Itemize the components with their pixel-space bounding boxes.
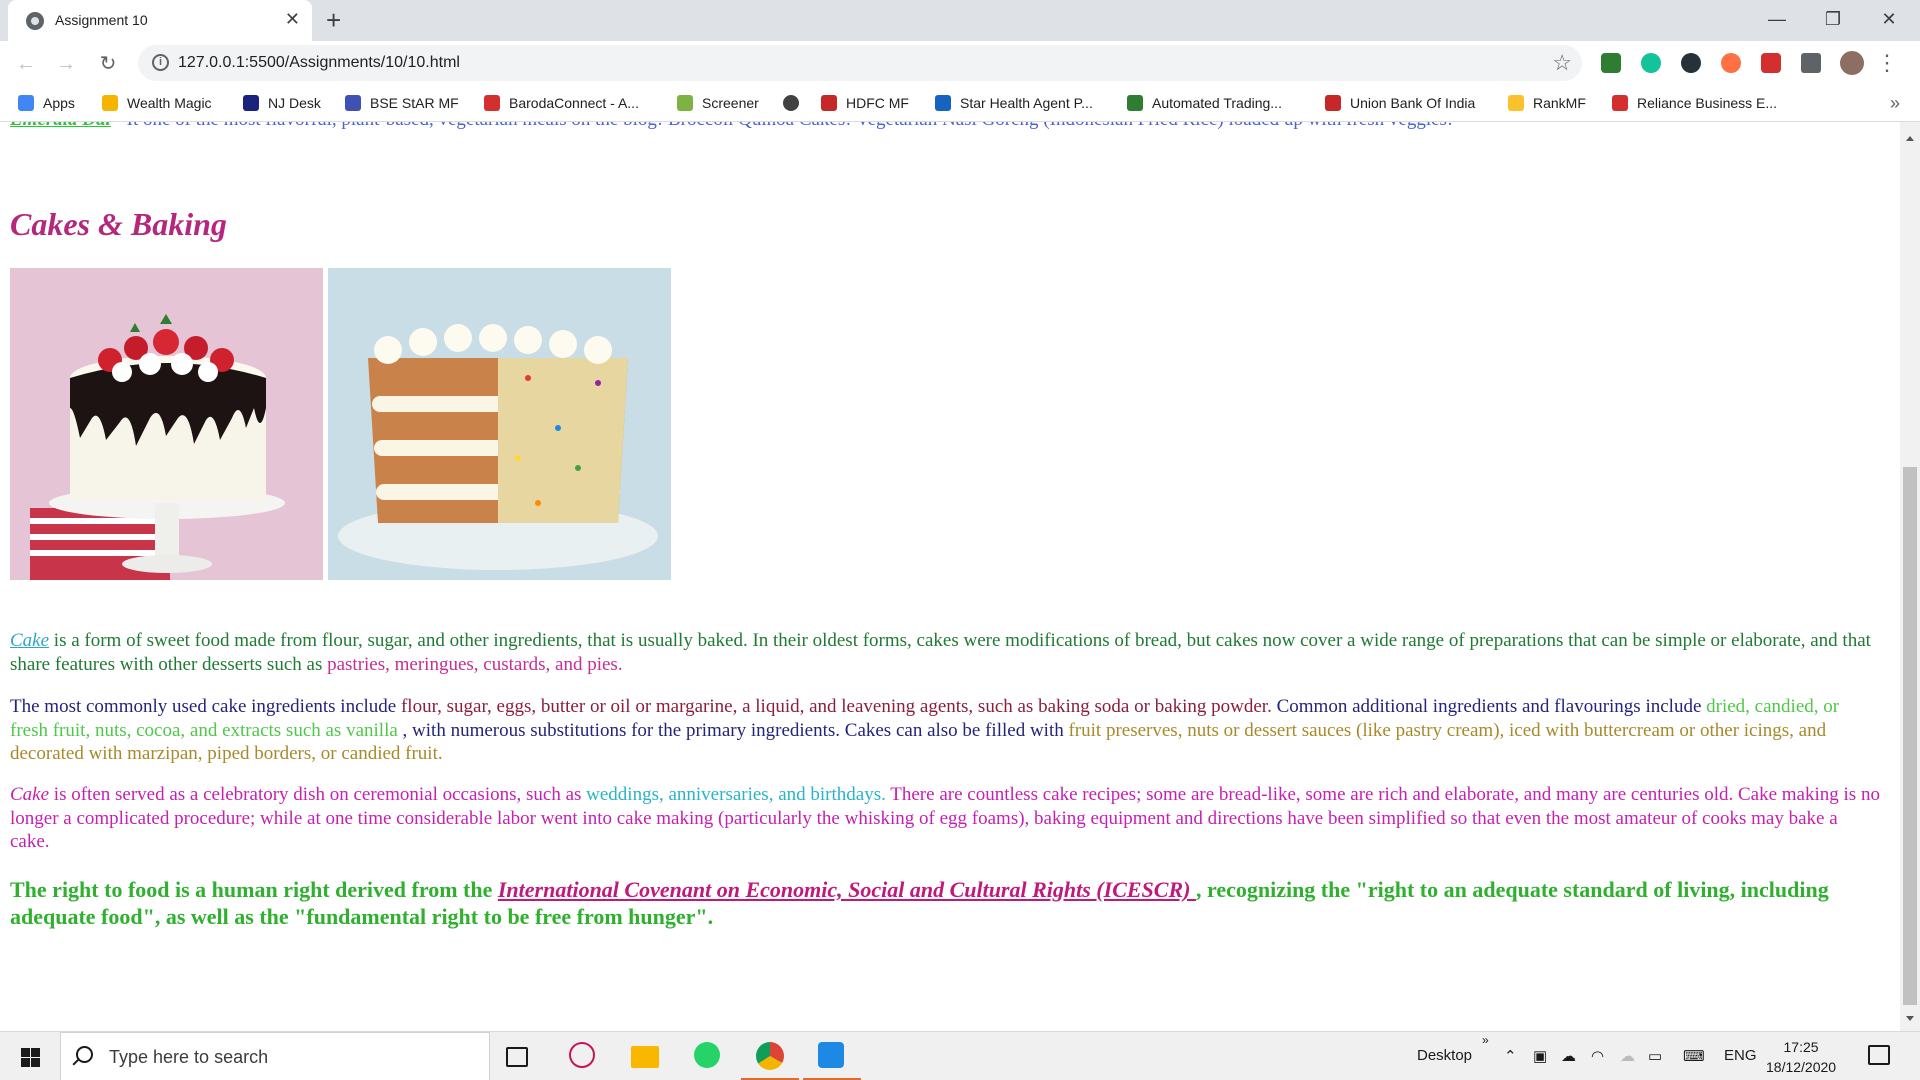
extension-honey-icon[interactable] xyxy=(1721,53,1741,73)
search-icon xyxy=(76,1046,93,1063)
bookmarks-bar: Apps Wealth Magic NJ Desk BSE StAR MF Ba… xyxy=(0,87,1920,122)
apps-grid-icon xyxy=(18,95,34,111)
new-tab-button[interactable]: + xyxy=(326,6,341,34)
right-to-food-paragraph: The right to food is a human right deriv… xyxy=(10,877,1829,929)
cake-link[interactable]: Cake xyxy=(10,630,49,651)
chocolate-drip-cake-image xyxy=(10,268,323,580)
snipping-tool-icon[interactable] xyxy=(569,1042,595,1068)
baroda-icon xyxy=(484,95,500,111)
rankmf-icon xyxy=(1508,95,1524,111)
chrome-icon[interactable] xyxy=(756,1042,784,1070)
restore-button[interactable]: ❐ xyxy=(1810,6,1856,32)
minimize-button[interactable]: — xyxy=(1754,6,1800,32)
meet-now-icon[interactable]: ▣ xyxy=(1533,1047,1547,1065)
reliance-icon xyxy=(1612,95,1628,111)
task-view-icon[interactable] xyxy=(506,1047,528,1067)
hdfc-icon xyxy=(821,95,837,111)
search-placeholder: Type here to search xyxy=(109,1047,269,1067)
bookmark-automated-trading[interactable]: Automated Trading... xyxy=(1127,95,1282,115)
bookmark-union-bank[interactable]: Union Bank Of India xyxy=(1325,95,1475,115)
bookmark-barodaconnect[interactable]: BarodaConnect - A... xyxy=(484,95,639,115)
scroll-up-arrow-icon[interactable] xyxy=(1906,136,1914,141)
battery-icon[interactable]: ▭ xyxy=(1648,1047,1662,1065)
bookmark-hdfc-mf[interactable]: HDFC MF xyxy=(821,95,909,115)
reload-button[interactable]: ↻ xyxy=(94,51,122,77)
browser-toolbar: ← → ↻ i 127.0.0.1:5500/Assignments/10/10… xyxy=(0,41,1920,87)
icescr-link[interactable]: International Covenant on Economic, Soci… xyxy=(498,877,1196,902)
bookmark-screener[interactable]: Screener xyxy=(677,95,759,115)
previous-section-text: Emerald Dal - It one of the most flavorf… xyxy=(10,122,1453,131)
nj-desk-icon xyxy=(243,95,259,111)
bookmark-star-health[interactable]: Star Health Agent P... xyxy=(935,95,1093,115)
browser-tab-active[interactable]: Assignment 10 ✕ xyxy=(8,0,312,41)
system-clock[interactable]: 17:25 18/12/2020 xyxy=(1766,1037,1836,1077)
close-tab-icon[interactable]: ✕ xyxy=(285,9,300,29)
section-heading: Cakes & Baking xyxy=(10,206,227,242)
vscode-icon[interactable] xyxy=(818,1042,844,1068)
bookmarks-overflow-icon[interactable]: » xyxy=(1890,93,1900,114)
extension-red-icon[interactable] xyxy=(1761,53,1781,73)
desktop-toolbar-label[interactable]: Desktop xyxy=(1417,1047,1472,1064)
keyboard-icon[interactable]: ⌨ xyxy=(1683,1047,1705,1065)
address-bar[interactable]: i 127.0.0.1:5500/Assignments/10/10.html … xyxy=(138,45,1582,81)
tab-title: Assignment 10 xyxy=(55,12,148,28)
union-bank-icon xyxy=(1325,95,1341,111)
bookmark-apps[interactable]: Apps xyxy=(18,95,75,115)
star-health-icon xyxy=(935,95,951,111)
page-viewport: Emerald Dal - It one of the most flavorf… xyxy=(0,122,1900,1031)
file-explorer-icon[interactable] xyxy=(631,1046,659,1068)
bookmark-nj-desk[interactable]: NJ Desk xyxy=(243,95,321,115)
extensions-puzzle-icon[interactable] xyxy=(1801,53,1821,73)
back-button[interactable]: ← xyxy=(12,51,40,77)
wealth-magic-icon xyxy=(102,95,118,111)
language-indicator[interactable]: ENG xyxy=(1724,1047,1757,1064)
automated-trading-icon xyxy=(1127,95,1143,111)
notification-center-icon[interactable] xyxy=(1868,1045,1890,1065)
clock-time: 17:25 xyxy=(1783,1039,1819,1055)
onedrive-icon[interactable]: ☁ xyxy=(1561,1047,1576,1065)
cloud-sync-icon[interactable]: ☁ xyxy=(1620,1047,1635,1065)
bookmark-globe[interactable] xyxy=(783,95,808,115)
bse-icon xyxy=(345,95,361,111)
window-close-button[interactable]: ✕ xyxy=(1866,6,1912,32)
show-hidden-icons-icon[interactable]: ⌃ xyxy=(1504,1047,1517,1065)
grammarly-icon[interactable] xyxy=(1641,53,1661,73)
globe-icon xyxy=(783,95,799,111)
cake-definition-paragraph: Cake is a form of sweet food made from f… xyxy=(10,630,1871,675)
kebab-menu-icon[interactable]: ⋮ xyxy=(1876,51,1898,75)
page-scrollbar[interactable] xyxy=(1900,122,1920,1031)
cake-ingredients-paragraph: The most commonly used cake ingredients … xyxy=(10,696,1840,764)
windows-start-icon[interactable] xyxy=(21,1048,40,1067)
profile-avatar[interactable] xyxy=(1840,51,1864,75)
wifi-icon[interactable]: ◠ xyxy=(1591,1047,1604,1065)
scroll-thumb[interactable] xyxy=(1903,467,1917,1005)
screener-chart-icon xyxy=(677,95,693,111)
cake-occasions-paragraph: Cake is often served as a celebratory di… xyxy=(10,784,1880,852)
bookmark-star-icon[interactable]: ☆ xyxy=(1552,50,1572,76)
windows-taskbar: Type here to search Desktop » ⌃ ▣ ☁ ◠ ☁ … xyxy=(0,1031,1920,1080)
bookmark-rankmf[interactable]: RankMF xyxy=(1508,95,1586,115)
funfetti-layer-cake-image xyxy=(328,268,671,580)
bookmark-wealth-magic[interactable]: Wealth Magic xyxy=(102,95,212,115)
site-info-icon[interactable]: i xyxy=(152,54,169,71)
bookmark-bse-star-mf[interactable]: BSE StAR MF xyxy=(345,95,459,115)
extension-k-icon[interactable] xyxy=(1681,53,1701,73)
bookmark-reliance[interactable]: Reliance Business E... xyxy=(1612,95,1777,115)
scroll-down-arrow-icon[interactable] xyxy=(1906,1016,1914,1021)
forward-button[interactable]: → xyxy=(52,51,80,77)
extension-icon[interactable] xyxy=(1601,53,1621,73)
url-text: 127.0.0.1:5500/Assignments/10/10.html xyxy=(178,54,460,71)
whatsapp-icon[interactable] xyxy=(694,1042,720,1068)
emerald-dal-link[interactable]: Emerald Dal xyxy=(10,122,111,130)
globe-icon xyxy=(26,12,44,30)
tab-strip: Assignment 10 ✕ + — ❐ ✕ xyxy=(0,0,1920,41)
toolbar-expand-icon[interactable]: » xyxy=(1482,1033,1489,1047)
clock-date: 18/12/2020 xyxy=(1766,1059,1837,1075)
taskbar-search-box[interactable]: Type here to search xyxy=(60,1032,490,1080)
